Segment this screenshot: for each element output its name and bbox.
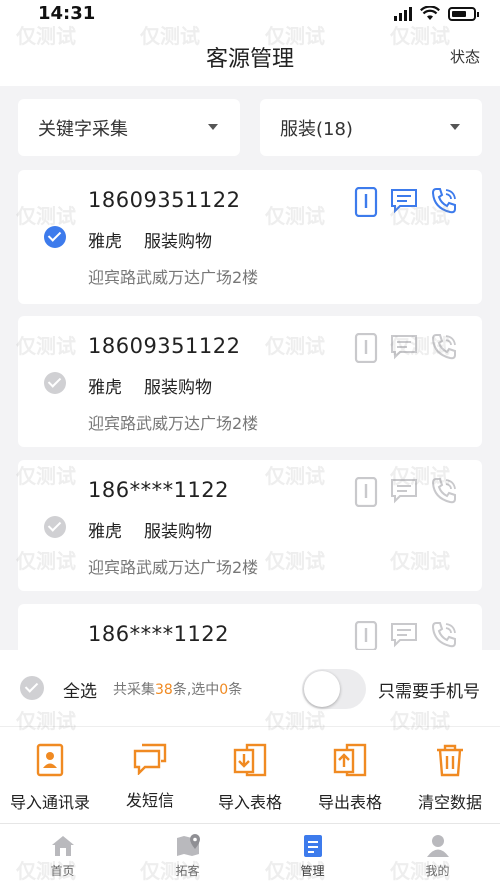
clear-data-button[interactable]: 清空数据: [400, 737, 500, 823]
trash-icon: [437, 744, 463, 777]
filter-row: 关键字采集 服装(18): [18, 99, 482, 156]
record-actions: [354, 477, 458, 507]
total-count: 38: [155, 682, 173, 698]
status-icons: [394, 6, 479, 21]
message-icon[interactable]: [390, 333, 418, 361]
record-phone: 18609351122: [88, 334, 241, 358]
status-time: 14:31: [38, 3, 96, 24]
mobile-phone-icon[interactable]: [354, 333, 378, 363]
call-icon[interactable]: [430, 333, 458, 361]
selected-count: 0: [219, 682, 229, 698]
bottom-panel: 全选 共采集38条,选中0条 只需要手机号 导入通讯录 发短信 导入表格 导出表…: [0, 650, 500, 823]
profile-icon: [426, 835, 449, 857]
record-address: 迎宾路武威万达广场2楼: [88, 268, 259, 287]
call-icon[interactable]: [430, 187, 458, 215]
record-phone: 186****1122: [88, 478, 230, 502]
export-table-button[interactable]: 导出表格: [300, 737, 400, 823]
record-card[interactable]: 18609351122 雅虎 服装购物 迎宾路武威万达广场2楼: [18, 316, 482, 447]
table-import-icon: [233, 743, 267, 777]
caret-down-icon: [450, 124, 460, 130]
phone-only-label: 只需要手机号: [378, 682, 480, 702]
send-sms-button[interactable]: 发短信: [100, 737, 200, 823]
record-category: 服装购物: [144, 378, 212, 398]
tool-label: 清空数据: [417, 793, 482, 812]
tab-label: 拓客: [175, 864, 200, 878]
tab-home[interactable]: 首页: [0, 824, 125, 889]
status-filter-button[interactable]: 状态: [450, 46, 480, 67]
tab-expand[interactable]: 拓客: [125, 824, 250, 889]
import-contacts-button[interactable]: 导入通讯录: [0, 737, 100, 823]
tool-label: 发短信: [125, 791, 174, 810]
mobile-phone-icon[interactable]: [354, 477, 378, 507]
message-icon[interactable]: [390, 621, 418, 649]
contacts-import-icon: [36, 743, 64, 777]
record-category: 服装购物: [144, 522, 212, 542]
collect-type-label: 关键字采集: [38, 119, 128, 140]
record-address: 迎宾路武威万达广场2楼: [88, 558, 259, 577]
collect-type-dropdown[interactable]: 关键字采集: [18, 99, 240, 156]
cellular-signal-icon: [394, 6, 412, 21]
record-card[interactable]: 186****1122 雅虎 服装购物 迎宾路武威万达广场2楼: [18, 460, 482, 591]
selection-row: 全选 共采集38条,选中0条 只需要手机号: [0, 650, 500, 727]
tool-row: 导入通讯录 发短信 导入表格 导出表格 清空数据: [0, 737, 500, 823]
mobile-phone-icon[interactable]: [354, 187, 378, 217]
mobile-phone-icon[interactable]: [354, 621, 378, 651]
tab-label: 管理: [300, 864, 325, 878]
phone-only-toggle[interactable]: [302, 669, 366, 709]
record-actions: [354, 333, 458, 363]
record-source: 雅虎: [88, 522, 122, 542]
sms-icon: [133, 743, 167, 775]
map-pin-icon: [176, 834, 200, 856]
message-icon[interactable]: [390, 477, 418, 505]
tool-label: 导入表格: [217, 793, 282, 812]
page-title: 客源管理: [205, 47, 294, 72]
select-all-checkbox[interactable]: [20, 676, 44, 700]
tab-manage[interactable]: 管理: [250, 824, 375, 889]
battery-icon: [448, 6, 479, 21]
record-card[interactable]: 18609351122 雅虎 服装购物 迎宾路武威万达广场2楼: [18, 170, 482, 304]
tool-label: 导出表格: [317, 793, 382, 812]
record-phone: 18609351122: [88, 188, 241, 212]
record-address: 迎宾路武威万达广场2楼: [88, 414, 259, 433]
record-source: 雅虎: [88, 232, 122, 252]
caret-down-icon: [208, 124, 218, 130]
record-checkbox[interactable]: [44, 516, 66, 538]
call-icon[interactable]: [430, 621, 458, 649]
record-actions: [354, 621, 458, 651]
status-bar: 14:31: [0, 0, 500, 28]
table-export-icon: [333, 743, 367, 777]
toggle-knob: [304, 671, 340, 707]
tab-bar: 首页 拓客 管理 我的: [0, 823, 500, 889]
tab-label: 首页: [50, 864, 75, 878]
record-meta: 雅虎 服装购物: [88, 517, 212, 542]
category-dropdown[interactable]: 服装(18): [260, 99, 482, 156]
record-checkbox[interactable]: [44, 372, 66, 394]
tab-profile[interactable]: 我的: [375, 824, 500, 889]
record-meta: 雅虎 服装购物: [88, 227, 212, 252]
record-source: 雅虎: [88, 378, 122, 398]
manage-doc-icon: [303, 835, 322, 857]
wifi-icon: [420, 6, 440, 20]
nav-bar: 客源管理 状态: [0, 28, 500, 86]
record-meta: 雅虎 服装购物: [88, 373, 212, 398]
record-actions: [354, 187, 458, 217]
home-icon: [51, 836, 74, 856]
tab-label: 我的: [425, 864, 450, 878]
record-category: 服装购物: [144, 232, 212, 252]
record-phone: 186****1122: [88, 622, 230, 646]
category-label: 服装(18): [280, 119, 353, 140]
tool-label: 导入通讯录: [9, 793, 90, 812]
select-all-label[interactable]: 全选: [63, 677, 97, 702]
message-icon[interactable]: [390, 187, 418, 215]
record-checkbox[interactable]: [44, 226, 66, 248]
selection-stats: 共采集38条,选中0条: [113, 682, 243, 698]
import-table-button[interactable]: 导入表格: [200, 737, 300, 823]
call-icon[interactable]: [430, 477, 458, 505]
